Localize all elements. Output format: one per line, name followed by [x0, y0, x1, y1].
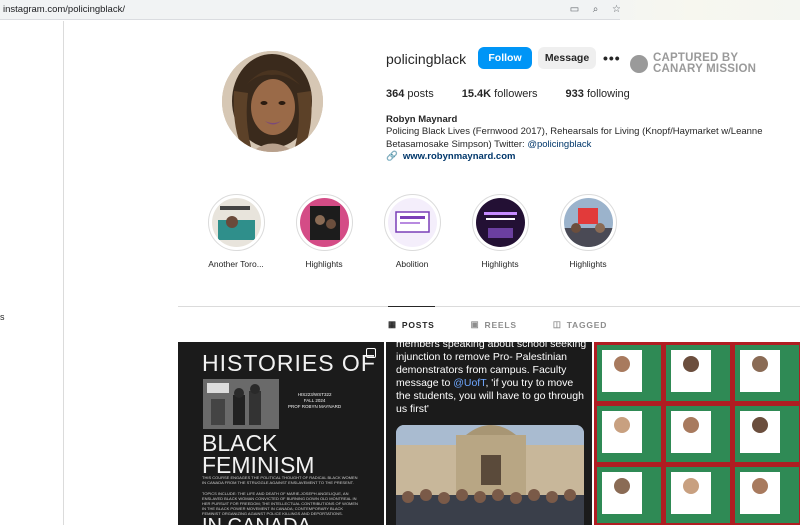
browser-address-bar[interactable]: instagram.com/policingblack/ ▭ ⌕ ☆: [0, 0, 800, 20]
carousel-icon: [366, 348, 376, 358]
highlight-thumbnail: [211, 198, 261, 247]
url-text[interactable]: instagram.com/policingblack/: [3, 4, 125, 15]
highlight-label: Another Toro...: [208, 259, 264, 269]
message-button[interactable]: Message: [538, 47, 596, 69]
highlight-label: Highlights: [305, 259, 343, 269]
tab-tagged-label: TAGGED: [566, 319, 608, 330]
posts-label: posts: [407, 88, 434, 100]
link-icon: 🔗: [386, 150, 398, 162]
profile-username: policingblack: [386, 51, 467, 67]
post2-caption: members speaking about school seeking in…: [396, 342, 588, 416]
post-tile[interactable]: members speaking about school seeking in…: [386, 342, 592, 525]
watermark-logo-icon: [630, 55, 648, 73]
following-count: 933: [565, 88, 584, 100]
tag-icon: ◫: [552, 319, 562, 329]
highlight-thumbnail: [475, 198, 525, 247]
highlight-item[interactable]: Highlights: [465, 194, 535, 269]
profile-tabs: ▦ POSTS ▣ REELS ◫ TAGGED: [388, 306, 607, 330]
tab-reels[interactable]: ▣ REELS: [471, 319, 517, 330]
bio-handle-link[interactable]: @policingblack: [527, 139, 591, 150]
bio-website[interactable]: 🔗 www.robynmaynard.com: [386, 151, 766, 163]
tabs-divider: [178, 306, 800, 307]
followers-stat[interactable]: 15.4K followers: [462, 88, 538, 100]
followers-label: followers: [494, 88, 538, 100]
posts-stat: 364 posts: [386, 88, 434, 100]
profile-full-name: Robyn Maynard: [386, 114, 458, 125]
highlight-label: Highlights: [481, 259, 519, 269]
highlight-label: Highlights: [569, 259, 607, 269]
reels-icon: ▣: [470, 319, 480, 329]
post1-course-info: HIS223/WST322 FALL 2024 PROF ROBYN MAYNA…: [288, 392, 342, 409]
post-tile[interactable]: HISTORIES OF HIS223/WST322 FALL 2024 PRO…: [178, 342, 384, 525]
tab-tagged[interactable]: ◫ TAGGED: [553, 319, 607, 330]
post1-title-line2: BLACK: [202, 430, 278, 456]
post1-title-line3: FEMINISM: [202, 452, 315, 478]
following-stat[interactable]: 933 following: [566, 88, 630, 100]
post2-photo: [396, 425, 584, 525]
posts-count: 364: [386, 88, 405, 100]
highlight-item[interactable]: Highlights: [553, 194, 623, 269]
bio-website-link[interactable]: www.robynmaynard.com: [403, 151, 516, 163]
highlight-thumbnail: [387, 198, 437, 247]
profile-avatar[interactable]: [222, 51, 323, 152]
followers-count: 15.4K: [461, 88, 492, 100]
more-options-icon[interactable]: •••: [603, 50, 621, 66]
post1-title-block: BLACK FEMINISM: [202, 430, 315, 478]
highlight-item[interactable]: Highlights: [289, 194, 359, 269]
post1-description: THIS COURSE ENGAGES THE POLITICAL THOUGH…: [202, 475, 358, 517]
post-tile[interactable]: [594, 342, 800, 525]
post2-mention: @UofT: [453, 377, 486, 389]
highlight-thumbnail: [299, 198, 349, 247]
tab-posts[interactable]: ▦ POSTS: [388, 306, 435, 330]
bio-text-block: Policing Black Lives (Fernwood 2017), Re…: [386, 126, 766, 151]
highlight-thumbnail: [563, 198, 613, 247]
post1-photo: [203, 379, 279, 429]
watermark-line-2: CANARY MISSION: [653, 63, 757, 75]
nav-label-fragment[interactable]: s: [0, 312, 5, 322]
post1-title-line4: IN CANADA: [202, 515, 311, 525]
post1-title-line1: HISTORIES OF: [202, 350, 376, 376]
follow-button[interactable]: Follow: [478, 47, 532, 69]
highlight-item[interactable]: Another Toro...: [201, 194, 271, 269]
profile-stats: 364 posts 15.4K followers 933 following: [386, 88, 630, 100]
capture-watermark: CAPTURED BY CANARY MISSION: [630, 52, 757, 75]
profile-bio: Robyn Maynard Policing Black Lives (Fern…: [386, 114, 766, 163]
tab-reels-label: REELS: [484, 319, 517, 330]
grid-icon: ▦: [388, 319, 397, 329]
browser-toolbar-background: [620, 0, 800, 20]
tab-posts-label: POSTS: [401, 319, 435, 330]
highlight-label: Abolition: [395, 259, 429, 269]
highlight-item[interactable]: Abolition: [377, 194, 447, 269]
zoom-icon[interactable]: ⌕: [589, 3, 602, 16]
following-label: following: [586, 88, 630, 100]
left-navigation: s: [0, 21, 64, 525]
cast-icon[interactable]: ▭: [568, 3, 581, 16]
